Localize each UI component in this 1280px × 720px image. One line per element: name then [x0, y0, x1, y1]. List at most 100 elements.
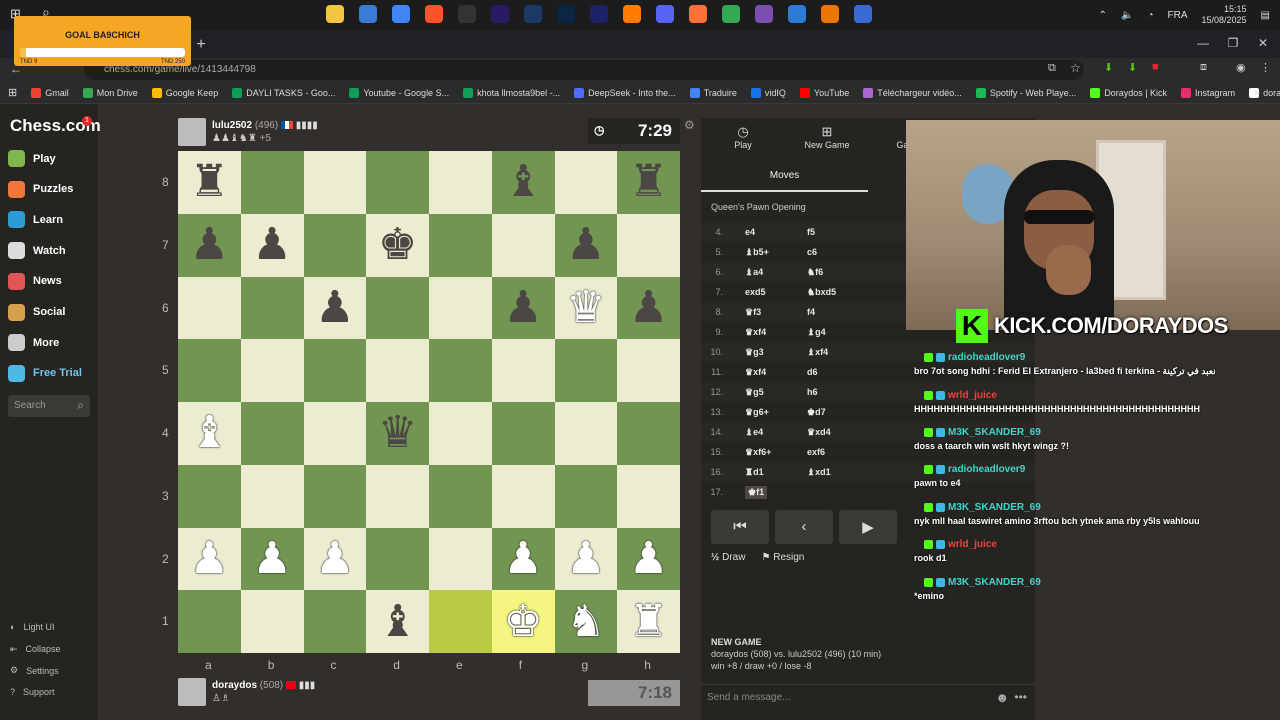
volume-icon[interactable]: 🔈	[1121, 10, 1133, 21]
square-e7[interactable]	[429, 213, 492, 277]
white-pawn-icon[interactable]: ♟	[629, 536, 668, 581]
square-b3[interactable]	[240, 464, 304, 528]
chat-username[interactable]: wrld_juice	[948, 539, 997, 550]
chat-username[interactable]: M3K_SKANDER_69	[948, 427, 1041, 438]
square-g5[interactable]	[554, 339, 618, 402]
restore-icon[interactable]: ❐	[1218, 36, 1248, 50]
square-f7[interactable]	[491, 213, 555, 277]
avatar[interactable]	[178, 118, 206, 146]
search-input[interactable]: Search ⌕	[8, 395, 90, 417]
white-king-icon[interactable]: ♚	[503, 599, 542, 644]
black-move[interactable]: ♝g4	[807, 327, 887, 338]
square-a4[interactable]: ♝	[178, 402, 241, 465]
sidebar-item-learn[interactable]: Learn	[8, 211, 63, 229]
square-e2[interactable]	[429, 527, 492, 591]
white-pawn-icon[interactable]: ♟	[252, 536, 291, 581]
square-d1[interactable]: ♝	[366, 590, 429, 653]
white-move[interactable]: ♜d1	[745, 467, 807, 478]
square-d8[interactable]	[366, 151, 429, 214]
first-move-button[interactable]: ⏮	[711, 510, 769, 544]
square-f4[interactable]	[491, 402, 555, 465]
square-h2[interactable]: ♟	[617, 527, 680, 591]
square-g8[interactable]	[554, 151, 618, 214]
black-move[interactable]: ♚d7	[807, 407, 887, 418]
chrome2-icon[interactable]	[722, 5, 740, 23]
white-move[interactable]: ♝e4	[745, 427, 807, 438]
square-g1[interactable]: ♞	[554, 590, 618, 653]
square-f1[interactable]: ♚	[491, 590, 555, 653]
tab-new-game[interactable]: ⊞ New Game	[787, 124, 867, 150]
close-window-icon[interactable]: ✕	[1248, 36, 1278, 50]
audition-icon[interactable]	[524, 5, 542, 23]
square-e5[interactable]	[429, 339, 492, 402]
board-settings-gear-icon[interactable]: ⚙	[684, 118, 695, 132]
lang-indicator[interactable]: FRA	[1168, 10, 1188, 21]
message-input[interactable]: Send a message... ☻ •••	[701, 684, 1035, 710]
white-move[interactable]: ♛xf6+	[745, 447, 807, 458]
square-d3[interactable]	[366, 464, 429, 528]
firefox-icon[interactable]	[689, 5, 707, 23]
bookmark-item[interactable]: Téléchargeur vidéo...	[863, 87, 962, 98]
blender-icon[interactable]	[821, 5, 839, 23]
black-king-icon[interactable]: ♚	[378, 223, 417, 267]
square-c2[interactable]: ♟	[303, 527, 367, 591]
sidebar-item-puzzles[interactable]: Puzzles	[8, 180, 73, 198]
black-move[interactable]: f4	[807, 307, 887, 317]
illustrator-icon[interactable]	[623, 5, 641, 23]
bookmark-item[interactable]: Youtube - Google S...	[349, 87, 449, 98]
black-move[interactable]: c6	[807, 247, 887, 257]
more-options-icon[interactable]: •••	[1014, 690, 1027, 704]
square-e1[interactable]	[429, 590, 492, 653]
chevron-up-icon[interactable]: ⌃	[1099, 10, 1107, 21]
white-bishop-icon[interactable]: ♝	[190, 411, 229, 455]
chat-username[interactable]: wrld_juice	[948, 390, 997, 401]
square-h6[interactable]: ♟	[617, 276, 680, 340]
square-b6[interactable]	[240, 276, 304, 340]
extensions-puzzle-icon[interactable]: ⧈	[1200, 61, 1207, 74]
premiere-icon[interactable]	[491, 5, 509, 23]
square-a2[interactable]: ♟	[178, 527, 241, 591]
bookmark-item[interactable]: DeepSeek - Into the...	[574, 87, 676, 98]
square-b5[interactable]	[240, 339, 304, 402]
square-h3[interactable]	[617, 464, 680, 528]
bookmark-item[interactable]: YouTube	[799, 87, 849, 98]
square-c3[interactable]	[303, 464, 367, 528]
black-move[interactable]: ♝xf4	[807, 347, 887, 358]
sidebar-bottom-light-ui[interactable]: ◐ Light UI	[10, 622, 54, 632]
discord-icon[interactable]	[656, 5, 674, 23]
white-move[interactable]: ♛xf4	[745, 367, 807, 378]
white-move[interactable]: ♛g5	[745, 387, 807, 398]
square-h8[interactable]: ♜	[617, 151, 680, 214]
black-pawn-icon[interactable]: ♟	[252, 223, 291, 267]
square-c8[interactable]	[303, 151, 367, 214]
black-pawn-icon[interactable]: ♟	[503, 285, 542, 330]
black-bishop-icon[interactable]: ♝	[503, 160, 542, 204]
square-e3[interactable]	[429, 464, 492, 528]
avatar[interactable]	[178, 678, 206, 706]
white-move[interactable]: exd5	[745, 287, 807, 297]
square-b4[interactable]	[240, 402, 304, 465]
chess-board[interactable]: ♜ ♝ ♜ ♟ ♟ ♚ ♟ ♟ ♟ ♛ ♟ ♝ ♛ ♟ ♟ ♟ ♟ ♟ ♟ ♝ ♚ ♞ ♜	[178, 151, 680, 653]
square-a7[interactable]: ♟	[178, 213, 241, 277]
menu-dots-icon[interactable]: ⋮	[1260, 61, 1271, 74]
notification-icon[interactable]: ▤	[1261, 10, 1270, 21]
square-b7[interactable]: ♟	[240, 213, 304, 277]
sidebar-bottom-support[interactable]: ? Support	[10, 687, 55, 697]
draw-button[interactable]: ½ Draw	[711, 552, 745, 563]
square-c6[interactable]: ♟	[303, 276, 367, 340]
white-move[interactable]: ♛xf4	[745, 327, 807, 338]
square-g6[interactable]: ♛	[554, 276, 618, 340]
square-g7[interactable]: ♟	[554, 213, 618, 277]
square-d6[interactable]	[366, 276, 429, 340]
chrome-icon[interactable]	[392, 5, 410, 23]
more-bookmarks-icon[interactable]: »	[1254, 87, 1260, 99]
black-pawn-icon[interactable]: ♟	[190, 223, 229, 267]
white-move[interactable]: ♚f1	[745, 485, 768, 499]
extension-icon[interactable]: ⬇	[1104, 61, 1113, 74]
square-a3[interactable]	[178, 464, 241, 528]
previous-move-button[interactable]: ‹	[775, 510, 833, 544]
square-d7[interactable]: ♚	[366, 213, 429, 277]
square-h1[interactable]: ♜	[617, 590, 680, 653]
square-c4[interactable]	[303, 402, 367, 465]
extension3-icon[interactable]: ■	[1152, 61, 1159, 73]
